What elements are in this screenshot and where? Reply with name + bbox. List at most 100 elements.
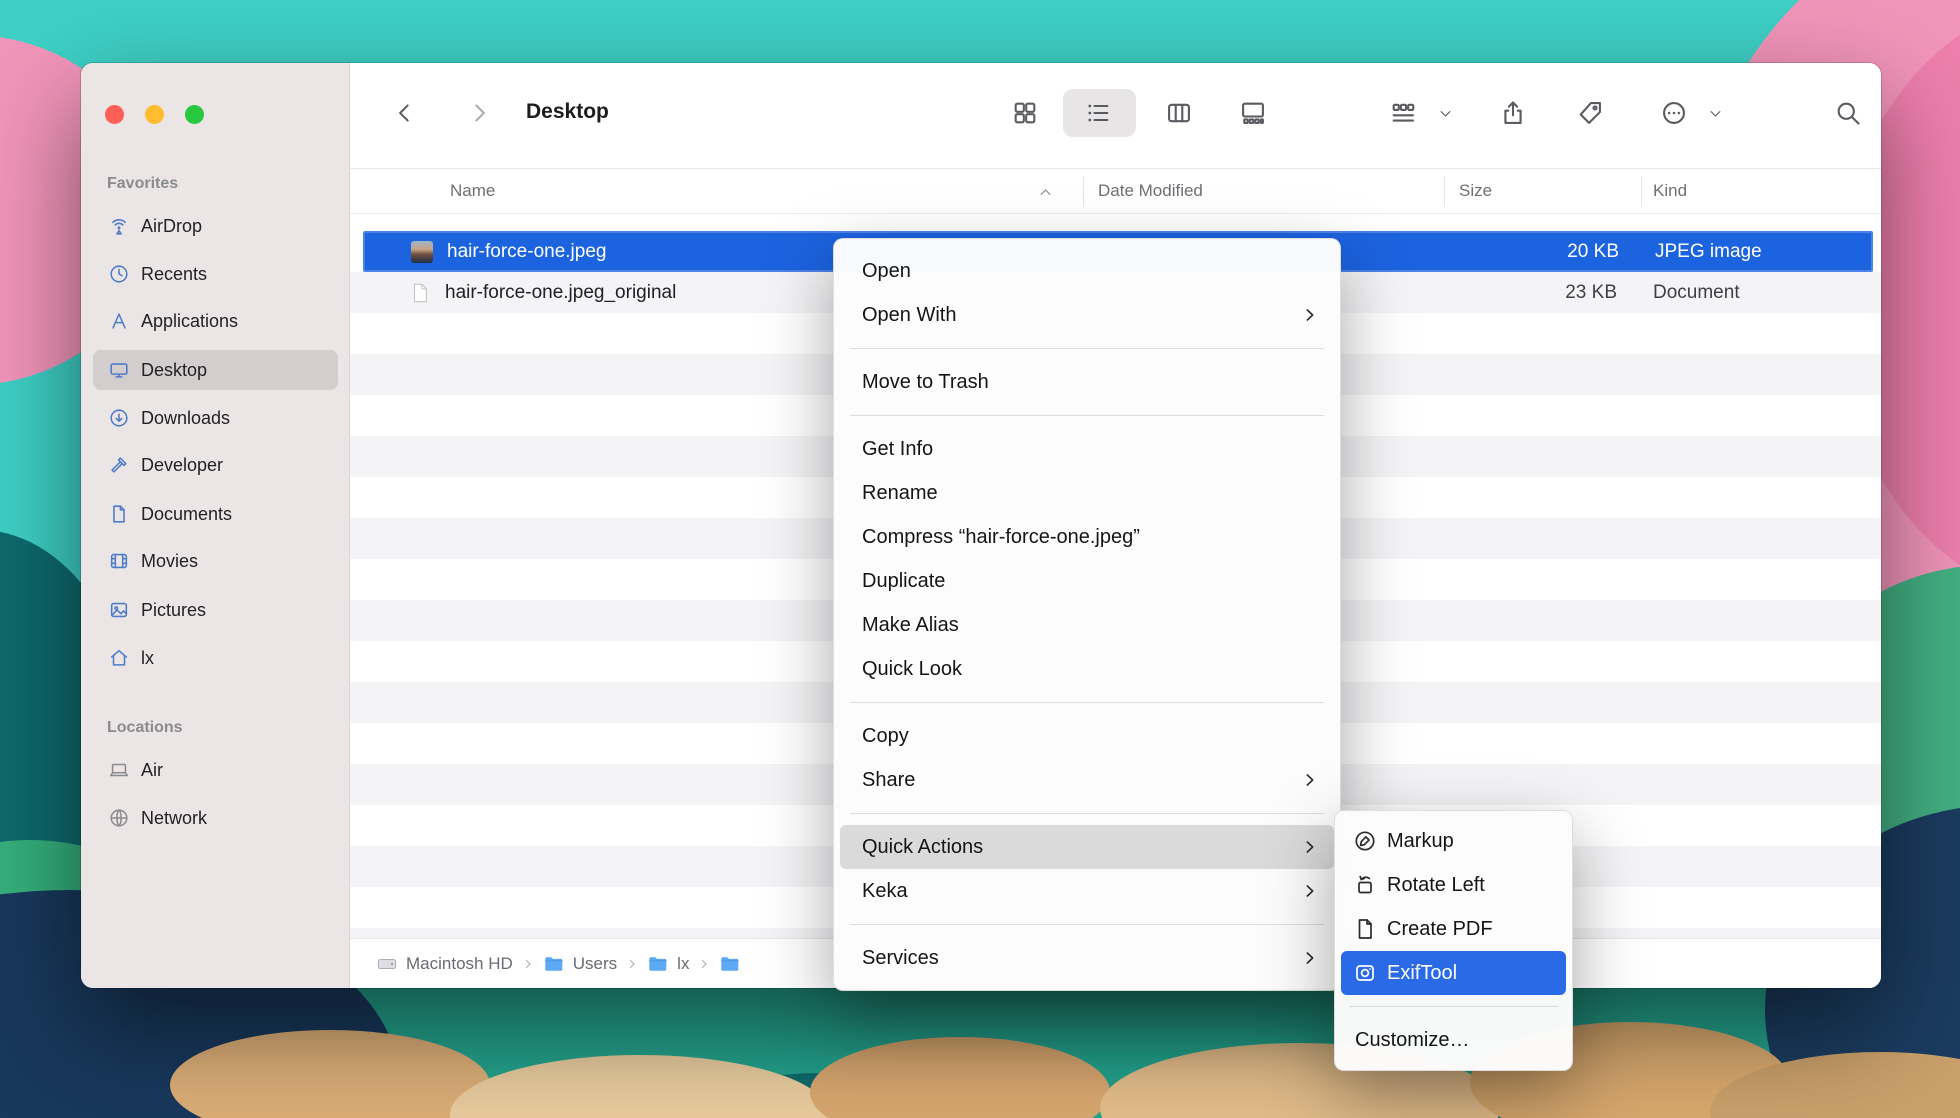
icon-view-button[interactable] — [1009, 97, 1041, 129]
menu-separator — [850, 702, 1324, 703]
sort-ascending-icon — [1038, 185, 1053, 200]
column-divider[interactable] — [1444, 176, 1445, 207]
submenu-item-exiftool[interactable]: ExifTool — [1341, 951, 1566, 995]
menu-item-duplicate[interactable]: Duplicate — [840, 559, 1334, 603]
sidebar-item-label: Downloads — [141, 408, 230, 429]
back-button[interactable] — [389, 97, 421, 129]
file-size: 20 KB — [1446, 241, 1619, 263]
chevron-down-icon — [1708, 106, 1723, 121]
submenu-chevron-icon — [1302, 883, 1318, 899]
group-chevron[interactable] — [1436, 97, 1454, 129]
path-separator-icon — [698, 958, 710, 970]
sidebar-item-recents[interactable]: Recents — [93, 254, 338, 294]
column-header-size[interactable]: Size — [1459, 181, 1492, 201]
path-segment-label: lx — [677, 954, 689, 974]
search-icon — [1834, 99, 1862, 127]
context-menu: Open Open With Move to Trash Get Info Re… — [833, 238, 1341, 991]
sidebar-item-label: Network — [141, 808, 207, 829]
path-segment-macintosh-hd[interactable]: Macintosh HD — [376, 953, 513, 975]
menu-item-label: Keka — [862, 880, 908, 903]
create-pdf-icon — [1353, 917, 1377, 941]
menu-item-label: Make Alias — [862, 614, 959, 637]
menu-item-label: Compress “hair-force-one.jpeg” — [862, 526, 1140, 549]
hammer-icon — [108, 454, 130, 476]
submenu-item-label: Create PDF — [1387, 918, 1493, 941]
column-divider[interactable] — [1083, 176, 1084, 207]
sidebar-item-label: Developer — [141, 455, 223, 476]
menu-item-quick-actions[interactable]: Quick Actions — [840, 825, 1334, 869]
sidebar-item-network[interactable]: Network — [93, 798, 338, 838]
path-separator-icon — [522, 958, 534, 970]
sidebar-item-lx[interactable]: lx — [93, 638, 338, 678]
screen: Favorites AirDrop Recents Applications D… — [0, 0, 1960, 1118]
folder-icon — [647, 953, 669, 975]
menu-item-quick-look[interactable]: Quick Look — [840, 647, 1334, 691]
share-button[interactable] — [1497, 97, 1529, 129]
sidebar-item-developer[interactable]: Developer — [93, 445, 338, 485]
menu-item-label: Share — [862, 769, 915, 792]
path-segment-lx[interactable]: lx — [647, 953, 689, 975]
menu-item-open-with[interactable]: Open With — [840, 293, 1334, 337]
menu-item-label: Rename — [862, 482, 938, 505]
menu-item-services[interactable]: Services — [840, 936, 1334, 980]
submenu-item-label: Customize… — [1355, 1029, 1469, 1052]
menu-item-label: Get Info — [862, 438, 933, 461]
forward-button[interactable] — [463, 97, 495, 129]
sidebar-item-label: Desktop — [141, 360, 207, 381]
menu-separator — [850, 924, 1324, 925]
column-header-date-modified[interactable]: Date Modified — [1098, 181, 1203, 201]
tag-button[interactable] — [1574, 97, 1606, 129]
submenu-item-customize[interactable]: Customize… — [1341, 1018, 1566, 1062]
submenu-item-label: Markup — [1387, 830, 1454, 853]
path-segment-users[interactable]: Users — [543, 953, 617, 975]
menu-item-make-alias[interactable]: Make Alias — [840, 603, 1334, 647]
sidebar-item-movies[interactable]: Movies — [93, 541, 338, 581]
sidebar-item-documents[interactable]: Documents — [93, 494, 338, 534]
gallery-view-button[interactable] — [1237, 97, 1269, 129]
list-view-icon — [1084, 99, 1112, 127]
zoom-button[interactable] — [185, 105, 204, 124]
column-view-button[interactable] — [1163, 97, 1195, 129]
submenu-chevron-icon — [1302, 839, 1318, 855]
menu-item-copy[interactable]: Copy — [840, 714, 1334, 758]
chevron-down-icon — [1438, 106, 1453, 121]
menu-item-keka[interactable]: Keka — [840, 869, 1334, 913]
menu-separator — [850, 415, 1324, 416]
submenu-item-rotate-left[interactable]: Rotate Left — [1341, 863, 1566, 907]
folder-icon — [719, 953, 741, 975]
sidebar-item-applications[interactable]: Applications — [93, 301, 338, 341]
column-header-kind[interactable]: Kind — [1653, 181, 1687, 201]
submenu-chevron-icon — [1302, 950, 1318, 966]
clock-icon — [108, 263, 130, 285]
sidebar-item-air[interactable]: Air — [93, 750, 338, 790]
menu-item-get-info[interactable]: Get Info — [840, 427, 1334, 471]
search-button[interactable] — [1832, 97, 1864, 129]
menu-item-label: Copy — [862, 725, 909, 748]
menu-item-compress[interactable]: Compress “hair-force-one.jpeg” — [840, 515, 1334, 559]
submenu-item-markup[interactable]: Markup — [1341, 819, 1566, 863]
globe-icon — [108, 807, 130, 829]
markup-icon — [1353, 829, 1377, 853]
sidebar-item-airdrop[interactable]: AirDrop — [93, 206, 338, 246]
sidebar-item-downloads[interactable]: Downloads — [93, 398, 338, 438]
minimize-button[interactable] — [145, 105, 164, 124]
sidebar-item-desktop[interactable]: Desktop — [93, 350, 338, 390]
column-divider[interactable] — [1641, 176, 1642, 207]
group-button[interactable] — [1387, 97, 1419, 129]
image-thumbnail-icon — [411, 241, 433, 263]
list-view-button[interactable] — [1082, 97, 1114, 129]
more-chevron[interactable] — [1706, 97, 1724, 129]
file-size: 23 KB — [1444, 282, 1617, 304]
submenu-item-create-pdf[interactable]: Create PDF — [1341, 907, 1566, 951]
menu-item-move-to-trash[interactable]: Move to Trash — [840, 360, 1334, 404]
column-header-name[interactable]: Name — [450, 181, 495, 201]
menu-item-open[interactable]: Open — [840, 249, 1334, 293]
menu-item-label: Quick Actions — [862, 836, 983, 859]
path-segment-folder[interactable] — [719, 953, 741, 975]
menu-item-share[interactable]: Share — [840, 758, 1334, 802]
menu-item-rename[interactable]: Rename — [840, 471, 1334, 515]
more-options-button[interactable] — [1658, 97, 1690, 129]
sidebar-item-pictures[interactable]: Pictures — [93, 590, 338, 630]
close-button[interactable] — [105, 105, 124, 124]
sidebar-item-label: lx — [141, 648, 154, 669]
